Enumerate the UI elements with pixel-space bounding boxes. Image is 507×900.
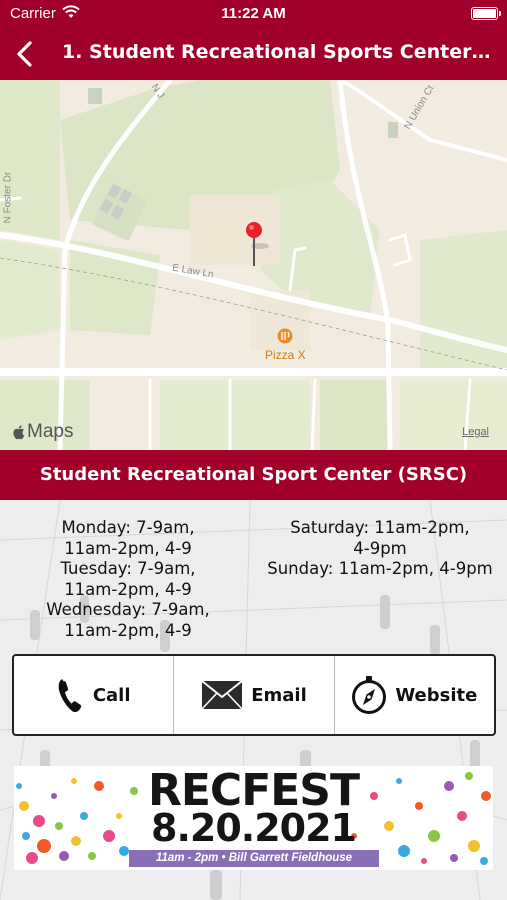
hours-line: 4-9pm: [353, 538, 407, 558]
email-label: Email: [251, 684, 307, 706]
hours-line: 11am-2pm, 4-9: [64, 579, 192, 599]
legal-link[interactable]: Legal: [462, 426, 489, 438]
hours-line: Saturday: 11am-2pm,: [290, 518, 470, 537]
website-label: Website: [395, 684, 478, 706]
maps-brand-label: Maps: [27, 421, 74, 442]
weekend-hours: Saturday: 11am-2pm, 4-9pm Sunday: 11am-2…: [258, 518, 502, 580]
weekday-hours: Monday: 7-9am, 11am-2pm, 4-9 Tuesday: 7-…: [28, 518, 228, 641]
hours-line: Tuesday: 7-9am,: [60, 559, 196, 578]
location-map[interactable]: E Law Ln N Foster Dr N Union Ct N J Pizz…: [0, 80, 507, 450]
recfest-banner[interactable]: RECFEST 8.20.2021 11am - 2pm • Bill Garr…: [14, 766, 493, 870]
hours-line: Wednesday: 7-9am,: [46, 600, 210, 619]
back-chevron-icon[interactable]: [12, 40, 38, 68]
email-button[interactable]: Email: [173, 656, 333, 734]
battery-icon: [471, 7, 501, 20]
banner-details: 11am - 2pm • Bill Garrett Fieldhouse: [129, 850, 379, 867]
status-time: 11:22 AM: [221, 5, 286, 22]
status-bar: Carrier 11:22 AM: [0, 0, 507, 28]
hours-line: 11am-2pm, 4-9: [64, 538, 192, 558]
hours-line: Sunday: 11am-2pm, 4-9pm: [267, 559, 493, 578]
details-panel: Monday: 7-9am, 11am-2pm, 4-9 Tuesday: 7-…: [0, 500, 507, 900]
call-button[interactable]: Call: [14, 656, 173, 734]
street-label-foster: N Foster Dr: [2, 171, 14, 224]
apple-maps-logo: Maps: [12, 421, 73, 443]
apple-icon: [13, 425, 25, 440]
contact-actions: Call Email Website: [12, 654, 496, 736]
restaurant-icon[interactable]: [277, 328, 293, 344]
hours-line: Monday: 7-9am,: [61, 518, 195, 537]
poi-label: Pizza X: [265, 348, 306, 362]
page-title: 1. Student Recreational Sports Center (S…: [62, 41, 492, 63]
call-label: Call: [92, 684, 131, 706]
website-button[interactable]: Website: [333, 656, 494, 734]
navigation-bar: 1. Student Recreational Sports Center (S…: [0, 28, 507, 80]
venue-name-bar: Student Recreational Sport Center (SRSC): [0, 450, 507, 500]
compass-icon: [352, 676, 387, 714]
map-pin-icon[interactable]: [238, 218, 278, 270]
envelope-icon: [201, 680, 243, 710]
hours-line: 11am-2pm, 4-9: [64, 620, 192, 640]
banner-date: 8.20.2021: [151, 806, 357, 850]
phone-icon: [58, 679, 82, 713]
